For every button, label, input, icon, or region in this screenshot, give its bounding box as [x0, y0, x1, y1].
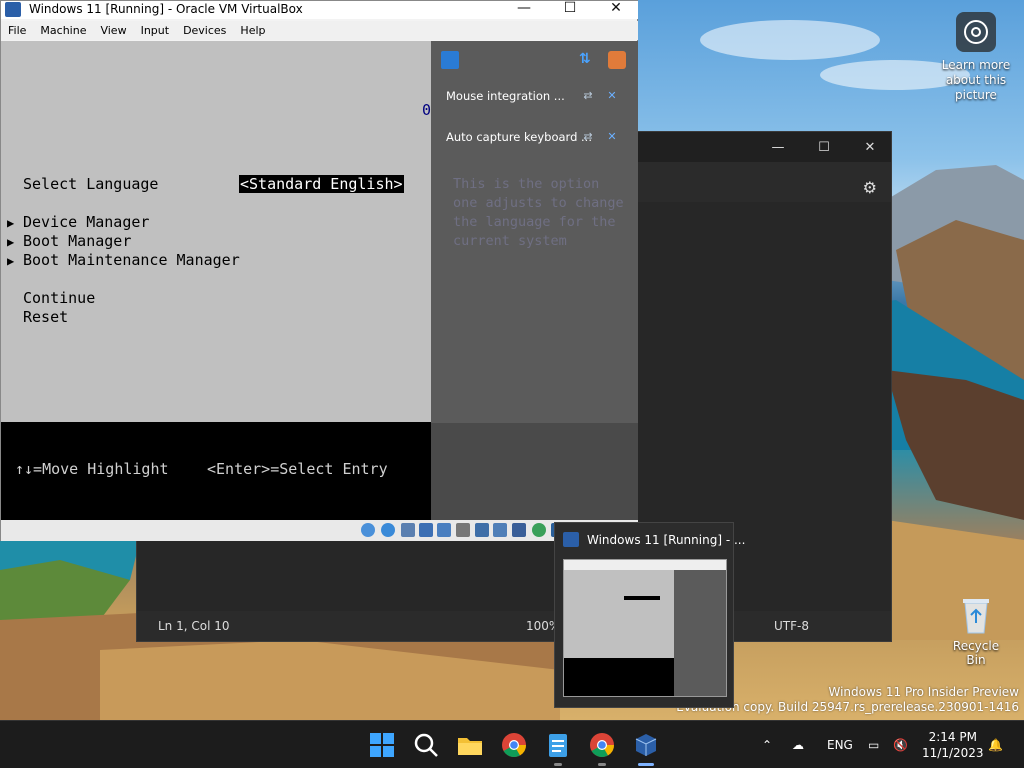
virtualbox-icon[interactable] — [632, 731, 660, 766]
notification-close-icon[interactable]: ✕ — [605, 130, 619, 144]
chrome-icon[interactable] — [588, 731, 616, 766]
virtualbox-icon — [563, 532, 579, 547]
shared-folders-icon[interactable] — [456, 523, 470, 537]
running-indicator — [598, 763, 606, 766]
thumb-titlebar — [564, 560, 726, 570]
minimize-icon[interactable]: — — [501, 1, 547, 19]
notification-toggle-icon[interactable] — [441, 51, 459, 69]
notification-header: ⇅ — [431, 41, 638, 79]
clock-date: 11/1/2023 — [922, 746, 984, 760]
thumb-footer — [564, 658, 674, 696]
menu-boot-maintenance-manager[interactable]: Boot Maintenance Manager — [23, 251, 240, 269]
taskbar: ⌃ ☁ ENG ▭ 🔇 2:14 PM 11/1/2023 🔔 — [0, 720, 1024, 768]
maximize-icon[interactable]: ☐ — [547, 1, 593, 19]
display-icon[interactable] — [475, 523, 489, 537]
thumb-side-panel — [674, 570, 726, 696]
menu-help[interactable]: Help — [233, 21, 272, 37]
menu-input[interactable]: Input — [134, 21, 176, 37]
search-icon[interactable] — [412, 731, 440, 759]
taskbar-thumbnail-preview[interactable]: Windows 11 [Running] - ... — [554, 522, 745, 708]
cpu-icon[interactable] — [512, 523, 526, 537]
notification-close-icon[interactable]: ✕ — [605, 89, 619, 103]
usb-icon[interactable] — [437, 523, 451, 537]
virtualbox-icon — [5, 2, 21, 17]
uefi-help-text: This is the option one adjusts to change… — [453, 176, 624, 249]
learn-more-button[interactable]: Learn more about this picture — [938, 8, 1014, 108]
menu-view[interactable]: View — [93, 21, 133, 37]
notification-panel-footer — [431, 423, 638, 520]
submenu-arrow-icon: ▶ — [7, 216, 15, 230]
uefi-footer: ↑↓=Move Highlight <Enter>=Select Entry — [1, 422, 431, 520]
thumb-highlight — [624, 596, 660, 600]
action-continue[interactable]: Continue — [23, 289, 95, 307]
network-icon[interactable]: ▭ — [868, 721, 879, 768]
menu-device-manager[interactable]: Device Manager — [23, 213, 149, 231]
hard-disk-icon[interactable] — [361, 523, 375, 537]
virtualbox-window: Windows 11 [Running] - Oracle VM Virtual… — [0, 0, 638, 541]
maximize-icon[interactable]: ☐ — [801, 132, 847, 162]
onedrive-icon[interactable]: ☁ — [792, 721, 804, 768]
close-icon[interactable]: ✕ — [593, 1, 639, 19]
clock[interactable]: 2:14 PM 11/1/2023 — [922, 729, 984, 761]
menu-machine[interactable]: Machine — [33, 21, 93, 37]
notification-mouse-integration[interactable]: Mouse integration ... — [446, 89, 565, 103]
submenu-arrow-icon: ▶ — [7, 254, 15, 268]
optical-drive-icon[interactable] — [381, 523, 395, 537]
chrome-icon[interactable] — [500, 731, 528, 759]
notification-info-icon[interactable]: ⇄ — [581, 130, 595, 144]
sort-icon[interactable]: ⇅ — [579, 51, 595, 69]
audio-icon[interactable] — [401, 523, 415, 537]
uefi-screen[interactable]: 0 Select Language <Standard English> ▶ D… — [1, 41, 431, 422]
input-language[interactable]: ENG — [827, 721, 853, 768]
encoding[interactable]: UTF-8 — [774, 619, 809, 633]
footer-move-hint: ↑↓=Move Highlight — [15, 460, 169, 478]
volume-icon[interactable]: 🔇 — [893, 721, 908, 768]
notification-auto-capture[interactable]: Auto capture keyboard ... — [446, 130, 592, 144]
preview-thumbnail — [563, 559, 727, 697]
vbox-titlebar: Windows 11 [Running] - Oracle VM Virtual… — [1, 1, 638, 19]
menu-boot-manager[interactable]: Boot Manager — [23, 232, 131, 250]
chevron-up-icon[interactable]: ⌃ — [762, 721, 772, 768]
clock-time: 2:14 PM — [928, 730, 977, 744]
wallpaper-cloud — [700, 20, 880, 60]
notification-center: ⇅ Mouse integration ... ⇄ ✕ Auto capture… — [431, 41, 638, 520]
close-icon[interactable]: ✕ — [847, 132, 893, 162]
menu-devices[interactable]: Devices — [176, 21, 233, 37]
vbox-statusbar — [1, 520, 638, 541]
running-indicator — [554, 763, 562, 766]
select-language-value[interactable]: <Standard English> — [239, 175, 404, 193]
dismiss-all-icon[interactable] — [608, 51, 626, 69]
footer-select-hint: <Enter>=Select Entry — [207, 460, 388, 478]
file-explorer-icon[interactable] — [456, 731, 484, 759]
gear-icon[interactable]: ⚙ — [863, 178, 877, 197]
camera-icon — [956, 12, 996, 52]
recording-icon[interactable] — [493, 523, 507, 537]
submenu-arrow-icon: ▶ — [7, 235, 15, 249]
recycle-bin[interactable]: Recycle Bin — [944, 595, 1008, 667]
minimize-icon[interactable]: — — [755, 132, 801, 162]
window-title: Windows 11 [Running] - Oracle VM Virtual… — [29, 2, 303, 16]
notification-bell-icon[interactable]: 🔔 — [988, 721, 1003, 768]
menu-file[interactable]: File — [1, 21, 33, 37]
guest-additions-icon[interactable] — [532, 523, 546, 537]
learn-more-label: Learn more about this picture — [941, 58, 1011, 102]
start-icon[interactable] — [368, 731, 396, 759]
recycle-bin-label: Recycle Bin — [952, 639, 1000, 667]
cursor-position: Ln 1, Col 10 — [158, 619, 230, 633]
active-indicator — [638, 763, 654, 766]
preview-title: Windows 11 [Running] - ... — [587, 533, 746, 547]
network-icon[interactable] — [419, 523, 433, 537]
editor-statusbar: Ln 1, Col 10 100% UTF-8 — [137, 611, 891, 641]
notepad-icon[interactable] — [544, 731, 572, 766]
recycle-bin-icon — [959, 595, 993, 635]
action-reset[interactable]: Reset — [23, 308, 68, 326]
uefi-top-value: 0 — [422, 101, 432, 119]
select-language-label: Select Language — [23, 175, 159, 193]
vbox-menubar: File Machine View Input Devices Help — [1, 21, 638, 40]
notification-info-icon[interactable]: ⇄ — [581, 89, 595, 103]
